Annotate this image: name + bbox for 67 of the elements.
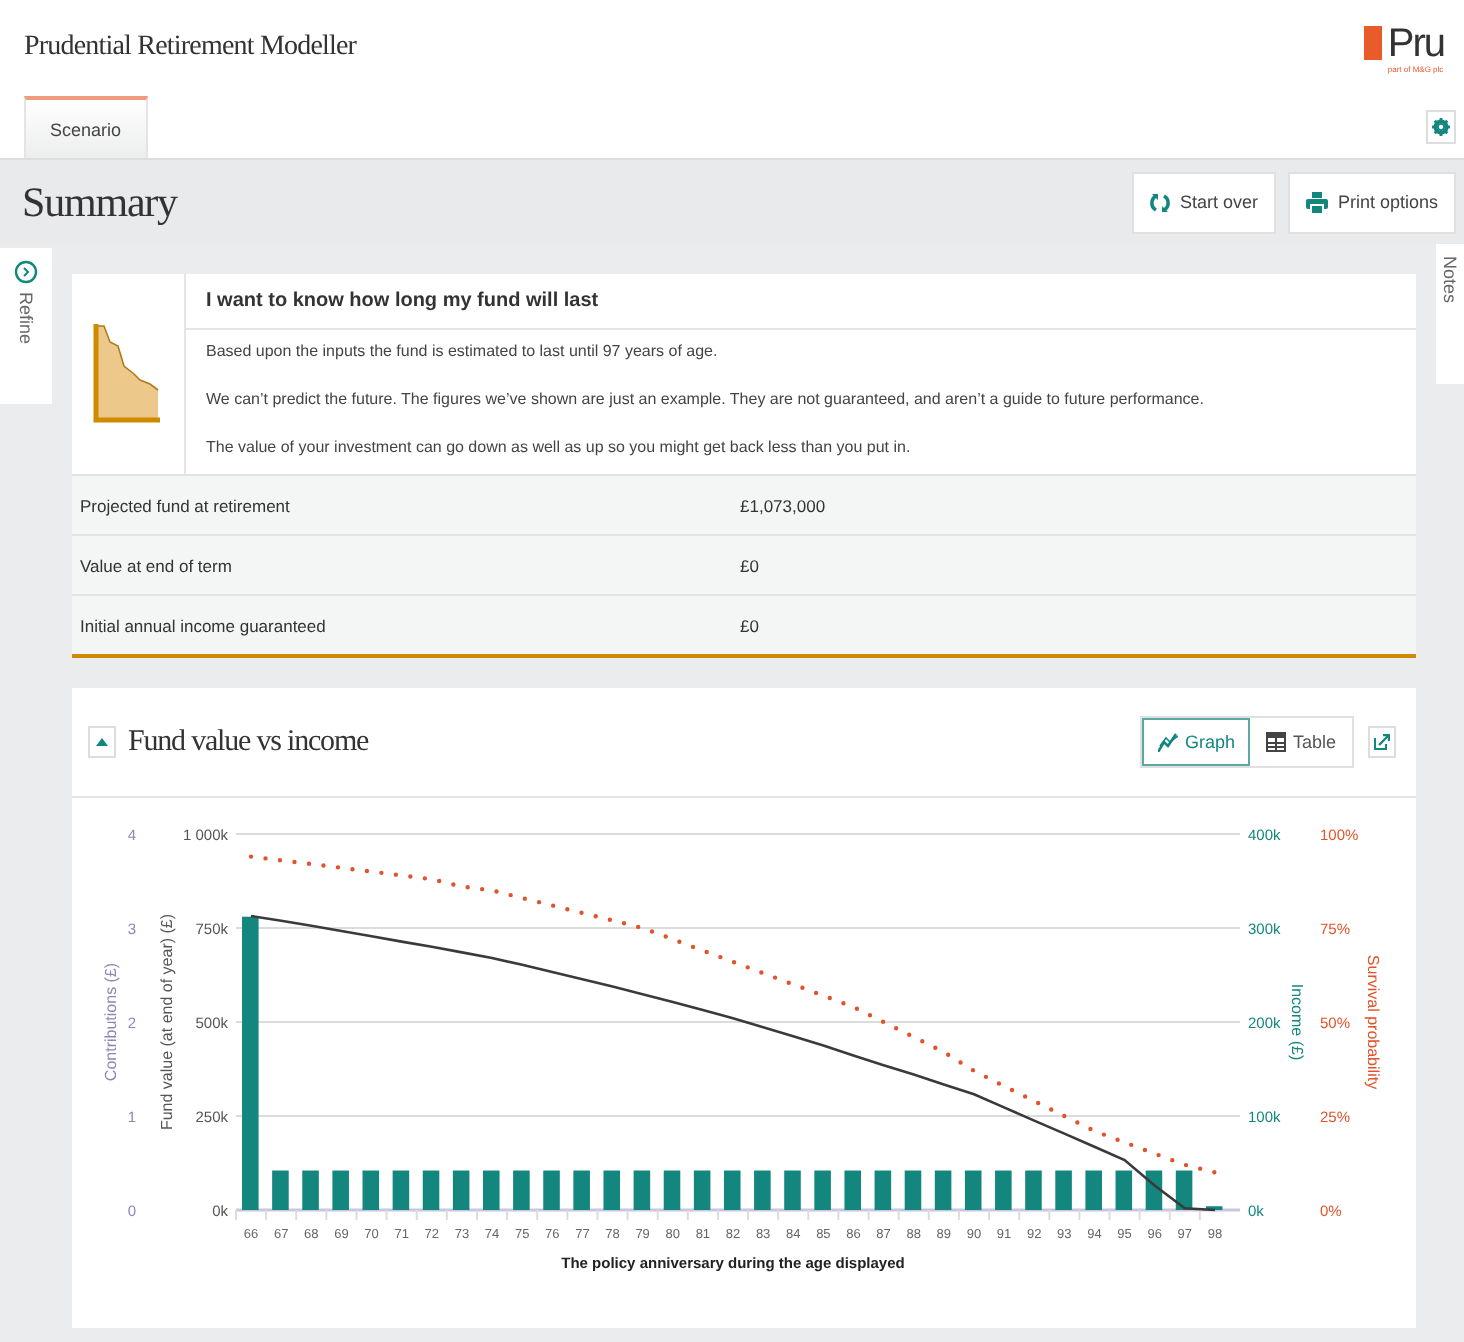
- axis-title: Fund value (at end of year) (£): [158, 913, 176, 1131]
- print-icon: [1305, 191, 1328, 213]
- income-bar: [1055, 1170, 1072, 1210]
- axis-title: Contributions (£): [102, 962, 120, 1082]
- income-bar: [272, 1170, 289, 1210]
- settings-button[interactable]: [1426, 110, 1456, 144]
- result-paragraph: We can’t predict the future. The figures we’ve shown are just an example. They are not guaranteed, and aren’t a guide to future performance.: [206, 390, 1206, 410]
- income-bar: [904, 1170, 922, 1210]
- graph-view-button[interactable]: Graph: [1142, 718, 1251, 766]
- result-paragraph: The value of your investment can go down as well as up so you might get back less than you put in.: [206, 438, 913, 458]
- caret-icon: [96, 738, 108, 746]
- income-bar: [814, 1170, 831, 1210]
- row-label: Value at end of term: [80, 555, 234, 575]
- income-bar: [1025, 1170, 1042, 1210]
- result-paragraph: Based upon the inputs the fund is estimated to last until 97 years of age.: [206, 342, 720, 362]
- income-bar: [723, 1170, 741, 1210]
- income-bar: [964, 1170, 982, 1210]
- income-bar: [513, 1170, 530, 1210]
- income-bar: [844, 1170, 861, 1210]
- income-bar: [1085, 1170, 1102, 1210]
- income-bar: [874, 1170, 892, 1210]
- income-bar: [302, 1170, 319, 1210]
- start-over-button[interactable]: Start over: [1131, 171, 1276, 233]
- expand-icon[interactable]: [14, 260, 38, 284]
- table-icon: [1266, 732, 1287, 752]
- income-bar: [663, 1170, 681, 1210]
- scenario-tab[interactable]: Scenario: [24, 96, 148, 158]
- logo-square-icon: [1363, 26, 1382, 60]
- income-bar: [573, 1170, 590, 1210]
- logo-name: Pru: [1387, 23, 1444, 63]
- income-bar: [934, 1170, 952, 1210]
- app-title: Prudential Retirement Modeller: [24, 32, 357, 64]
- declining-chart-icon: [92, 322, 164, 426]
- collapse-button[interactable]: [88, 726, 116, 758]
- income-bar: [1115, 1170, 1133, 1210]
- income-bar: [1175, 1170, 1193, 1210]
- income-bar: [754, 1170, 771, 1210]
- row-value: £0: [740, 615, 761, 635]
- export-icon: [1374, 734, 1390, 750]
- income-bar: [452, 1170, 470, 1210]
- refine-tab[interactable]: Refine: [16, 292, 36, 345]
- income-bar: [784, 1170, 801, 1210]
- row-label: Initial annual income guaranteed: [80, 615, 328, 635]
- income-bar: [633, 1170, 651, 1210]
- income-bar: [483, 1170, 500, 1210]
- income-bar: [422, 1170, 440, 1210]
- export-button[interactable]: [1368, 726, 1396, 758]
- axis-title: Income (£): [1288, 983, 1306, 1061]
- income-bar: [332, 1170, 349, 1210]
- print-options-button[interactable]: Print options: [1287, 171, 1456, 233]
- income-bar: [1145, 1170, 1163, 1210]
- settings-icon: [1432, 118, 1450, 136]
- row-value: £0: [740, 555, 761, 575]
- result-heading: I want to know how long my fund will last: [186, 274, 1416, 330]
- income-bar: [693, 1170, 711, 1210]
- axis-title: Survival probability: [1364, 954, 1382, 1090]
- refresh-icon: [1149, 191, 1170, 213]
- income-bar: [362, 1170, 380, 1210]
- income-bar: [603, 1170, 621, 1210]
- row-label: Projected fund at retirement: [80, 495, 292, 515]
- income-bar: [392, 1170, 410, 1210]
- row-value: £1,073,000: [740, 495, 828, 515]
- panel-title: Fund value vs income: [128, 725, 369, 759]
- page-title: Summary: [22, 177, 177, 227]
- income-bar: [995, 1170, 1012, 1210]
- income-bar: [543, 1170, 560, 1210]
- line-chart-icon: [1158, 732, 1179, 752]
